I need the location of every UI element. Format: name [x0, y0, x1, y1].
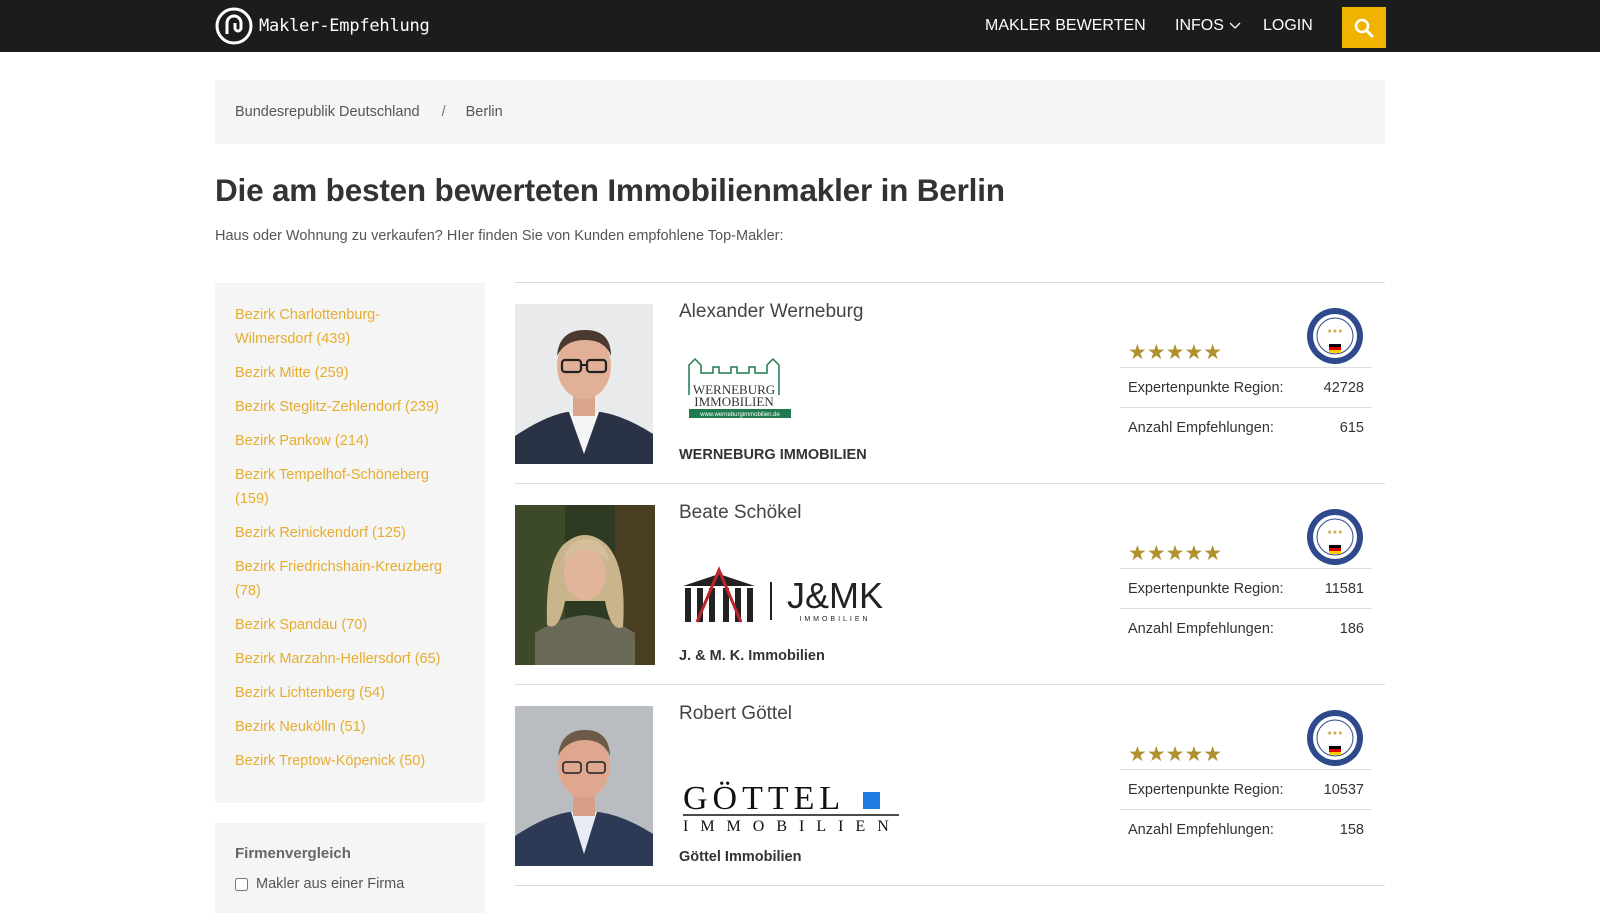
rating-stars: ★★★★★ — [1128, 341, 1223, 364]
district-link[interactable]: Bezirk Treptow-Köpenick (50) — [235, 749, 465, 773]
rating-stars: ★★★★★ — [1128, 743, 1223, 766]
agent-card[interactable]: Alexander Werneburg WERNEBURG IMMOBILIEN… — [515, 283, 1385, 484]
logo-at-icon — [215, 7, 253, 45]
district-link[interactable]: Bezirk Lichtenberg (54) — [235, 681, 465, 705]
district-link[interactable]: Bezirk Charlottenburg-Wilmersdorf (439) — [235, 303, 405, 351]
district-sidebar: Bezirk Charlottenburg-Wilmersdorf (439) … — [215, 283, 485, 803]
company-name[interactable]: Göttel Immobilien — [679, 849, 801, 865]
company-name[interactable]: WERNEBURG IMMOBILIEN — [679, 447, 867, 463]
logo-text: Makler-Empfehlung — [259, 16, 430, 36]
breadcrumb-berlin: Berlin — [465, 104, 503, 120]
breadcrumb-separator: / — [441, 104, 446, 120]
award-seal-icon: ★★★ — [1307, 710, 1363, 766]
logo-line-2: IMMOBILIEN — [799, 616, 870, 623]
search-button[interactable] — [1342, 7, 1386, 48]
expert-points-row: Expertenpunkte Region: 42728 — [1120, 367, 1372, 407]
compare-checkbox-label: Makler aus einer Firma — [256, 876, 405, 892]
chevron-down-icon — [1229, 22, 1241, 29]
logo-url: www.werneburgimmobilien.de — [699, 412, 780, 418]
jmk-logo-image: J&MK IMMOBILIEN — [683, 566, 883, 623]
district-link[interactable]: Bezirk Steglitz-Zehlendorf (239) — [235, 395, 465, 419]
svg-text:★★★: ★★★ — [1327, 328, 1343, 335]
district-link[interactable]: Bezirk Neukölln (51) — [235, 715, 465, 739]
expert-points-value: 42728 — [1323, 379, 1364, 396]
goettel-logo-image: GÖTTEL IMMOBILIEN — [683, 780, 901, 835]
agent-name[interactable]: Beate Schökel — [679, 502, 802, 524]
company-logo[interactable]: WERNEBURG IMMOBILIEN www.werneburgimmobi… — [679, 353, 791, 424]
page-title: Die am besten bewerteten Immobilienmakle… — [215, 172, 1005, 208]
nav-login[interactable]: LOGIN — [1263, 17, 1313, 35]
district-link[interactable]: Bezirk Marzahn-Hellersdorf (65) — [235, 647, 465, 671]
recommendations-value: 158 — [1339, 821, 1364, 838]
company-logo[interactable]: GÖTTEL IMMOBILIEN — [679, 777, 901, 840]
site-logo[interactable]: Makler-Empfehlung — [215, 7, 430, 45]
agent-photo[interactable] — [515, 505, 655, 665]
recommendations-value: 186 — [1339, 620, 1364, 637]
nav-infos[interactable]: INFOS — [1175, 17, 1224, 35]
recommendations-row: Anzahl Empfehlungen: 186 — [1120, 608, 1372, 648]
svg-text:★★★: ★★★ — [1327, 529, 1343, 536]
expert-points-value: 10537 — [1323, 781, 1364, 798]
agent-portrait-image — [515, 706, 653, 866]
logo-line-2: IMMOBILIEN — [694, 394, 774, 409]
district-link[interactable]: Bezirk Spandau (70) — [235, 613, 465, 637]
recommendations-row: Anzahl Empfehlungen: 158 — [1120, 809, 1372, 849]
compare-option[interactable]: Makler aus einer Firma — [235, 876, 465, 892]
recommendations-row: Anzahl Empfehlungen: 615 — [1120, 407, 1372, 447]
expert-points-row: Expertenpunkte Region: 11581 — [1120, 568, 1372, 608]
compare-title: Firmenvergleich — [235, 845, 351, 862]
company-name[interactable]: J. & M. K. Immobilien — [679, 648, 825, 664]
district-link[interactable]: Bezirk Pankow (214) — [235, 429, 465, 453]
recommendations-label: Anzahl Empfehlungen: — [1128, 419, 1274, 436]
compare-checkbox[interactable] — [235, 877, 248, 891]
award-seal-icon: ★★★ — [1307, 509, 1363, 565]
agent-name[interactable]: Robert Göttel — [679, 703, 792, 725]
award-seal-icon: ★★★ — [1307, 308, 1363, 364]
recommendations-value: 615 — [1339, 419, 1364, 436]
expert-points-label: Expertenpunkte Region: — [1128, 781, 1284, 798]
expert-points-label: Expertenpunkte Region: — [1128, 580, 1284, 597]
district-link[interactable]: Bezirk Friedrichshain-Kreuzberg (78) — [235, 555, 455, 603]
breadcrumb: Bundesrepublik Deutschland / Berlin — [215, 80, 1385, 144]
expert-points-row: Expertenpunkte Region: 10537 — [1120, 769, 1372, 809]
agent-portrait-image — [515, 304, 653, 464]
expert-points-value: 11581 — [1324, 580, 1364, 597]
agent-card[interactable]: Beate Schökel J&MK IMMOBILIEN J. & M. K.… — [515, 484, 1385, 685]
district-link[interactable]: Bezirk Mitte (259) — [235, 361, 465, 385]
nav-makler-bewerten[interactable]: MAKLER BEWERTEN — [985, 17, 1146, 35]
expert-points-label: Expertenpunkte Region: — [1128, 379, 1284, 396]
logo-line-1: GÖTTEL — [683, 780, 845, 817]
agent-card[interactable]: Robert Göttel GÖTTEL IMMOBILIEN Göttel I… — [515, 685, 1385, 886]
agent-photo[interactable] — [515, 706, 653, 866]
logo-line-1: J&MK — [787, 575, 883, 616]
recommendations-label: Anzahl Empfehlungen: — [1128, 821, 1274, 838]
top-navigation-bar: Makler-Empfehlung MAKLER BEWERTEN INFOS … — [0, 0, 1600, 52]
agent-name[interactable]: Alexander Werneburg — [679, 301, 863, 323]
district-link[interactable]: Bezirk Tempelhof-Schöneberg (159) — [235, 463, 445, 511]
breadcrumb-germany[interactable]: Bundesrepublik Deutschland — [235, 104, 420, 120]
page-subtitle: Haus oder Wohnung zu verkaufen? HIer fin… — [215, 228, 784, 244]
search-icon — [1354, 18, 1374, 37]
agent-portrait-image — [515, 505, 655, 665]
svg-text:★★★: ★★★ — [1327, 730, 1343, 737]
rating-stars: ★★★★★ — [1128, 542, 1223, 565]
company-logo[interactable]: J&MK IMMOBILIEN — [679, 564, 901, 635]
werneburg-logo-image: WERNEBURG IMMOBILIEN www.werneburgimmobi… — [688, 357, 791, 418]
agent-photo[interactable] — [515, 304, 653, 464]
district-link[interactable]: Bezirk Reinickendorf (125) — [235, 521, 465, 545]
logo-line-2: IMMOBILIEN — [683, 818, 901, 835]
recommendations-label: Anzahl Empfehlungen: — [1128, 620, 1274, 637]
